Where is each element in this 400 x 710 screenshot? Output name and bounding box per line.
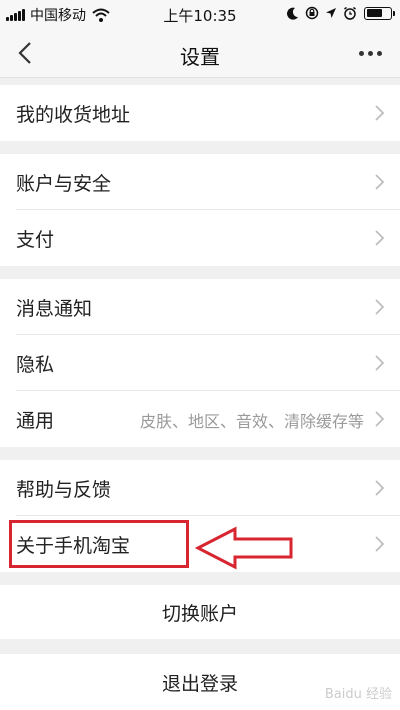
row-label: 我的收货地址 [16, 104, 131, 126]
row-help-feedback[interactable]: 帮助与反馈 [0, 460, 400, 516]
more-dots-icon [358, 50, 364, 56]
moon-icon [287, 7, 298, 20]
alarm-icon [344, 6, 356, 20]
switch-account-label: 切换账户 [161, 603, 238, 625]
chevron-right-icon [375, 480, 384, 496]
chevron-right-icon [375, 355, 384, 371]
row-label: 账户与安全 [16, 173, 112, 195]
row-label: 通用 [16, 410, 55, 432]
row-label: 消息通知 [16, 298, 93, 320]
more-button[interactable] [352, 38, 388, 68]
row-privacy[interactable]: 隐私 [0, 335, 400, 391]
settings-screen: 中国移动 上午10:35 设置 我的收货地址 账户与安全 支付 消息通知 隐私 … [0, 0, 400, 710]
rotation-lock-icon [305, 6, 319, 20]
battery-icon [364, 6, 395, 20]
watermark: Baidu 经验 [324, 687, 392, 702]
chevron-right-icon [375, 230, 384, 246]
location-icon [326, 8, 336, 18]
annotation-highlight-box [9, 520, 189, 568]
battery-fill [366, 9, 382, 17]
chevron-right-icon [375, 105, 384, 121]
row-payment[interactable]: 支付 [0, 210, 400, 266]
chevron-right-icon [375, 174, 384, 190]
page-title: 设置 [180, 45, 220, 69]
row-account-security[interactable]: 账户与安全 [0, 154, 400, 210]
chevron-right-icon [375, 536, 384, 552]
status-right [281, 6, 395, 20]
chevron-right-icon [375, 299, 384, 315]
row-label: 支付 [16, 229, 55, 251]
status-bar: 中国移动 上午10:35 [0, 0, 400, 28]
row-general[interactable]: 通用 皮肤、地区、音效、清除缓存等 [0, 391, 400, 447]
row-value: 皮肤、地区、音效、清除缓存等 [139, 412, 364, 431]
chevron-right-icon [375, 411, 384, 427]
annotation-arrow-icon [195, 526, 293, 570]
row-label: 帮助与反馈 [16, 479, 112, 501]
row-notifications[interactable]: 消息通知 [0, 279, 400, 335]
nav-bar: 设置 [0, 28, 400, 78]
row-label: 隐私 [16, 354, 55, 376]
switch-account-button[interactable]: 切换账户 [0, 585, 400, 639]
row-address[interactable]: 我的收货地址 [0, 85, 400, 141]
